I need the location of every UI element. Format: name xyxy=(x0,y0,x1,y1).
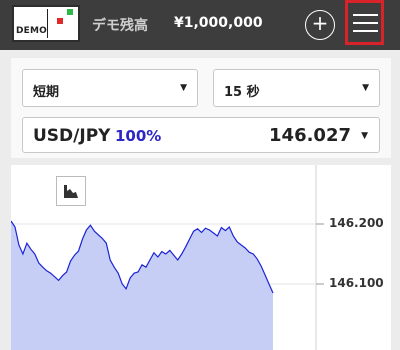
logo-text: DEMO xyxy=(16,26,48,36)
interval-select[interactable]: 15 秒 ▼ xyxy=(213,69,380,107)
y-tick-label: 146.100 xyxy=(329,276,384,290)
payout-percent: 100% xyxy=(115,127,162,145)
add-icon: + xyxy=(311,11,329,35)
balance-label: デモ残高 xyxy=(92,18,148,34)
chevron-down-icon: ▼ xyxy=(361,131,368,141)
period-value: 短期 xyxy=(33,85,60,100)
chart-type-button[interactable] xyxy=(56,176,86,206)
logo-red-dot xyxy=(57,18,63,24)
chevron-down-icon: ▼ xyxy=(362,83,369,93)
menu-icon-bar xyxy=(353,22,378,24)
demo-logo: DEMO xyxy=(12,5,80,42)
trade-settings-panel: 短期 ▼ 15 秒 ▼ USD/JPY 100% 146.027 ▼ xyxy=(11,58,391,158)
period-select[interactable]: 短期 ▼ xyxy=(22,69,198,107)
interval-value: 15 秒 xyxy=(224,85,260,100)
logo-green-dot xyxy=(67,9,73,15)
y-tick-label: 146.200 xyxy=(329,216,384,230)
menu-icon-bar xyxy=(353,14,378,16)
chevron-down-icon: ▼ xyxy=(180,83,187,93)
current-price: 146.027 xyxy=(269,125,351,146)
add-button[interactable]: + xyxy=(305,10,335,40)
balance-value: ¥1,000,000 xyxy=(174,15,263,31)
menu-icon-bar xyxy=(353,30,378,32)
chart-type-icon xyxy=(64,185,78,198)
currency-pair-select[interactable]: USD/JPY 100% 146.027 ▼ xyxy=(22,117,380,153)
top-bar: DEMO デモ残高 ¥1,000,000 + xyxy=(0,0,400,50)
logo-divider xyxy=(47,9,48,38)
pair-symbol: USD/JPY xyxy=(33,126,111,146)
menu-button[interactable] xyxy=(345,0,384,45)
